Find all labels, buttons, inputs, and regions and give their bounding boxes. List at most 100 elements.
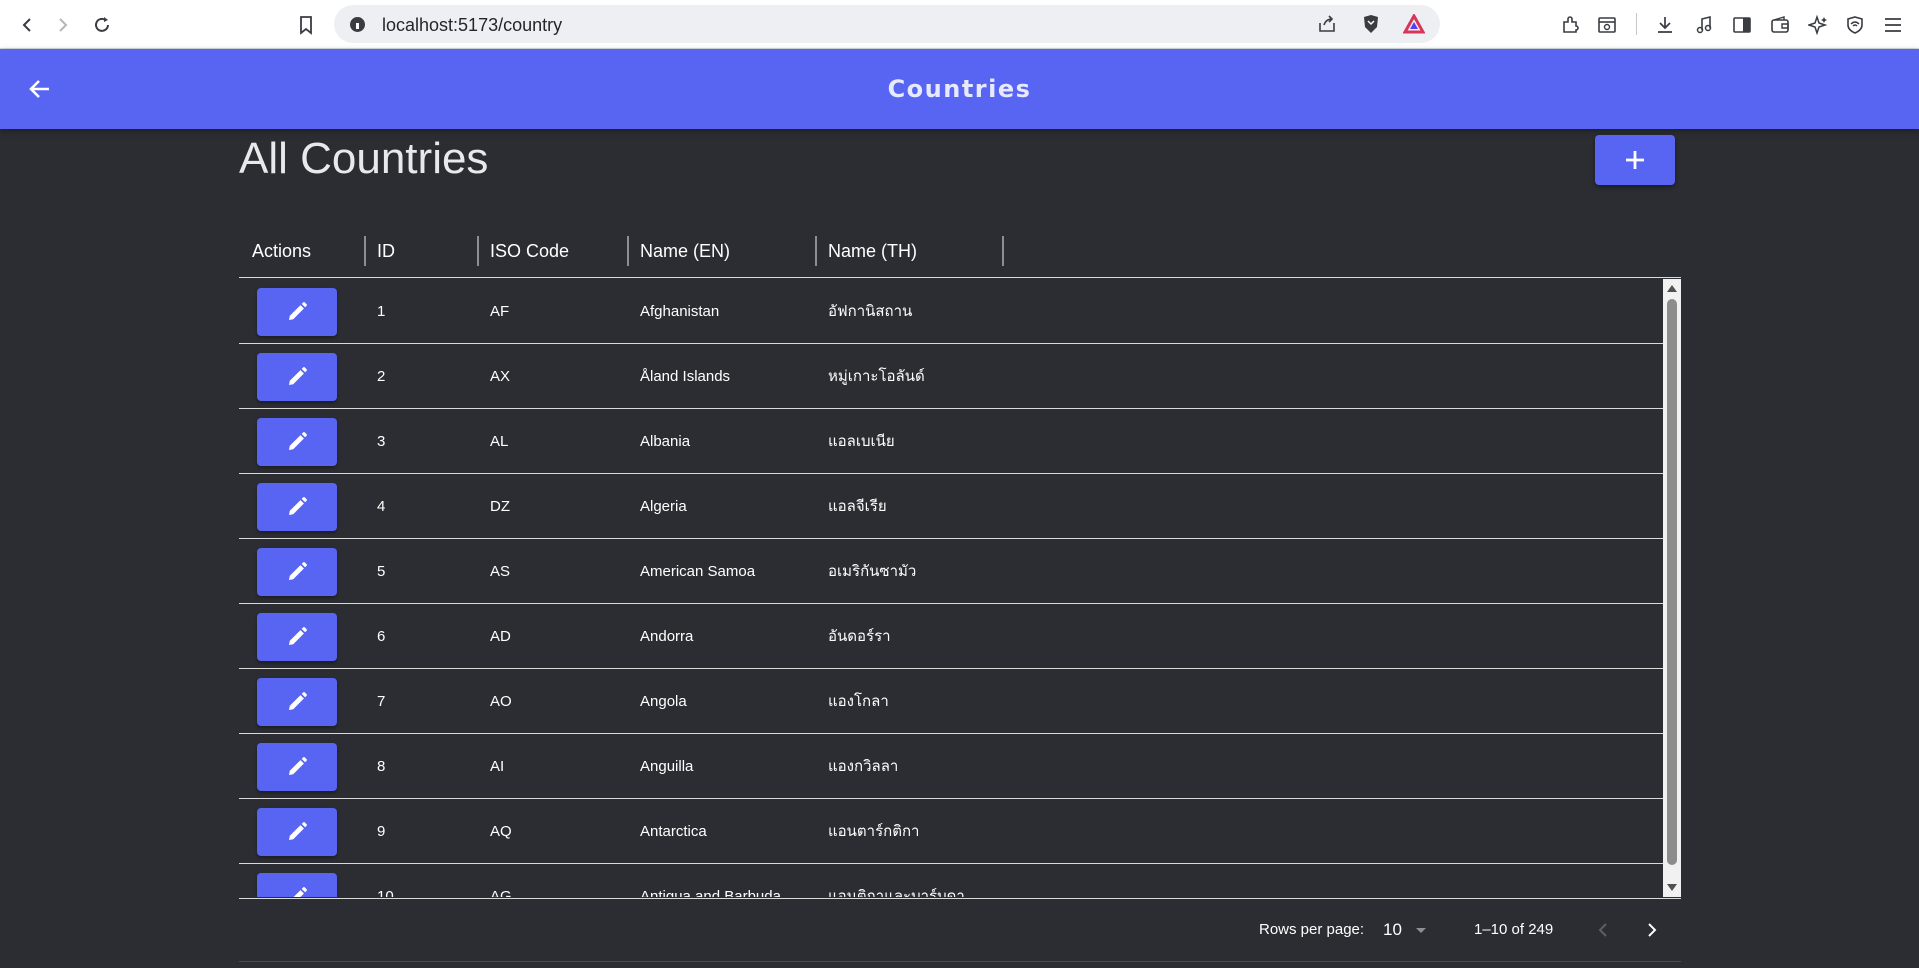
table-row[interactable]: 1 AF Afghanistan อัฟกานิสถาน <box>239 279 1663 344</box>
cell-iso-code: AQ <box>490 822 512 840</box>
cell-iso-code: AG <box>490 887 512 898</box>
cell-iso-code: AF <box>490 302 510 320</box>
brave-rewards-icon[interactable] <box>1401 11 1427 37</box>
browser-forward-icon[interactable] <box>50 12 76 38</box>
edit-button[interactable] <box>257 873 337 897</box>
address-bar[interactable]: localhost:5173/country <box>334 5 1440 43</box>
column-header-name-th[interactable]: Name (TH) <box>828 224 917 278</box>
previous-page-button[interactable] <box>1586 913 1620 947</box>
rows-per-page-value: 10 <box>1383 920 1402 939</box>
plus-icon <box>1626 151 1644 169</box>
table-row[interactable]: 9 AQ Antarctica แอนตาร์กติกา <box>239 799 1663 864</box>
scroll-up-arrow-icon[interactable] <box>1667 285 1677 292</box>
edit-button[interactable] <box>257 288 337 336</box>
page-range-text: 1–10 of 249 <box>1474 921 1554 938</box>
edit-button[interactable] <box>257 678 337 726</box>
table-row[interactable]: 5 AS American Samoa อเมริกันซามัว <box>239 539 1663 604</box>
edit-button[interactable] <box>257 808 337 856</box>
edit-button[interactable] <box>257 743 337 791</box>
cell-iso-code: AD <box>490 627 511 645</box>
leo-ai-icon[interactable] <box>1805 12 1831 38</box>
cell-id: 5 <box>377 562 386 580</box>
brave-shield-icon[interactable] <box>1358 11 1384 37</box>
cell-id: 1 <box>377 302 386 320</box>
url-text: localhost:5173/country <box>382 15 563 35</box>
column-separator[interactable] <box>364 236 366 266</box>
rows-per-page-label: Rows per page: <box>1259 921 1365 938</box>
cell-name-en: Anguilla <box>640 757 694 775</box>
pencil-icon <box>289 432 307 450</box>
scroll-down-arrow-icon[interactable] <box>1667 884 1677 891</box>
cell-id: 10 <box>377 887 394 898</box>
cell-id: 8 <box>377 757 386 775</box>
column-separator[interactable] <box>815 236 817 266</box>
edit-button[interactable] <box>257 548 337 596</box>
add-country-button[interactable] <box>1595 135 1675 185</box>
table-row[interactable]: 6 AD Andorra อันดอร์รา <box>239 604 1663 669</box>
cell-name-en: American Samoa <box>640 562 756 580</box>
table-row[interactable]: 7 AO Angola แองโกลา <box>239 669 1663 734</box>
cell-name-en: Andorra <box>640 627 694 645</box>
reader-mode-icon[interactable] <box>1594 12 1620 38</box>
scrollbar-thumb[interactable] <box>1667 299 1677 865</box>
cell-name-th: อันดอร์รา <box>828 628 891 645</box>
cell-name-th: แอนตาร์กติกา <box>828 823 920 840</box>
caret-down-icon <box>1415 927 1426 933</box>
browser-reload-icon[interactable] <box>89 12 115 38</box>
edit-button[interactable] <box>257 418 337 466</box>
vpn-icon[interactable] <box>1842 12 1868 38</box>
media-icon[interactable] <box>1691 12 1717 38</box>
pencil-icon <box>289 627 307 645</box>
chevron-left-icon <box>1598 923 1607 937</box>
rows-per-page-select[interactable]: 10 <box>1383 917 1443 943</box>
pencil-icon <box>289 757 307 775</box>
page-title: All Countries <box>239 134 489 183</box>
browser-back-icon[interactable] <box>14 12 40 38</box>
cell-name-th: หมู่เกาะโอลันด์ <box>828 368 925 385</box>
column-header-actions[interactable]: Actions <box>252 224 311 278</box>
site-info-icon[interactable] <box>350 17 365 32</box>
edit-button[interactable] <box>257 483 337 531</box>
pencil-icon <box>289 302 307 320</box>
column-separator[interactable] <box>477 236 479 266</box>
wallet-icon[interactable] <box>1767 12 1793 38</box>
sidebar-icon[interactable] <box>1729 12 1755 38</box>
cell-iso-code: DZ <box>490 497 510 515</box>
column-separator[interactable] <box>627 236 629 266</box>
share-icon[interactable] <box>1314 11 1340 37</box>
cell-iso-code: AS <box>490 562 511 580</box>
pencil-icon <box>293 887 307 897</box>
table-row[interactable]: 3 AL Albania แอลเบเนีย <box>239 409 1663 474</box>
edit-button[interactable] <box>257 613 337 661</box>
table-row[interactable]: 10 AG Antigua and Barbuda แอนติกาและบาร์… <box>239 864 1663 897</box>
download-icon[interactable] <box>1652 12 1678 38</box>
cell-name-th: แองโกลา <box>828 693 889 710</box>
toolbar-separator <box>1636 13 1637 35</box>
cell-iso-code: AI <box>490 757 505 775</box>
vertical-scrollbar[interactable] <box>1663 279 1681 897</box>
chevron-right-icon <box>1648 923 1657 937</box>
cell-id: 4 <box>377 497 386 515</box>
extensions-icon[interactable] <box>1557 12 1583 38</box>
table-header: Actions ID ISO Code Name (EN) Name (TH) <box>239 224 1681 278</box>
table-row[interactable]: 2 AX Åland Islands หมู่เกาะโอลันด์ <box>239 344 1663 409</box>
column-header-iso-code[interactable]: ISO Code <box>490 224 569 278</box>
cell-name-en: Albania <box>640 432 691 450</box>
bookmark-icon[interactable] <box>293 12 319 38</box>
table-row[interactable]: 4 DZ Algeria แอลจีเรีย <box>239 474 1663 539</box>
pencil-icon <box>289 497 307 515</box>
cell-id: 6 <box>377 627 386 645</box>
table-pagination: Rows per page: 10 1–10 of 249 <box>239 898 1681 962</box>
next-page-button[interactable] <box>1635 913 1669 947</box>
edit-button[interactable] <box>257 353 337 401</box>
column-header-name-en[interactable]: Name (EN) <box>640 224 730 278</box>
cell-name-th: อัฟกานิสถาน <box>828 303 913 320</box>
column-header-id[interactable]: ID <box>377 224 395 278</box>
pencil-icon <box>289 822 307 840</box>
table-row[interactable]: 8 AI Anguilla แองกวิลลา <box>239 734 1663 799</box>
app-bar-title: Countries <box>887 75 1032 103</box>
cell-iso-code: AX <box>490 367 511 385</box>
column-separator[interactable] <box>1002 236 1004 266</box>
menu-icon[interactable] <box>1880 12 1906 38</box>
table-body[interactable]: 1 AF Afghanistan อัฟกานิสถาน 2 AX Åland … <box>239 279 1681 897</box>
